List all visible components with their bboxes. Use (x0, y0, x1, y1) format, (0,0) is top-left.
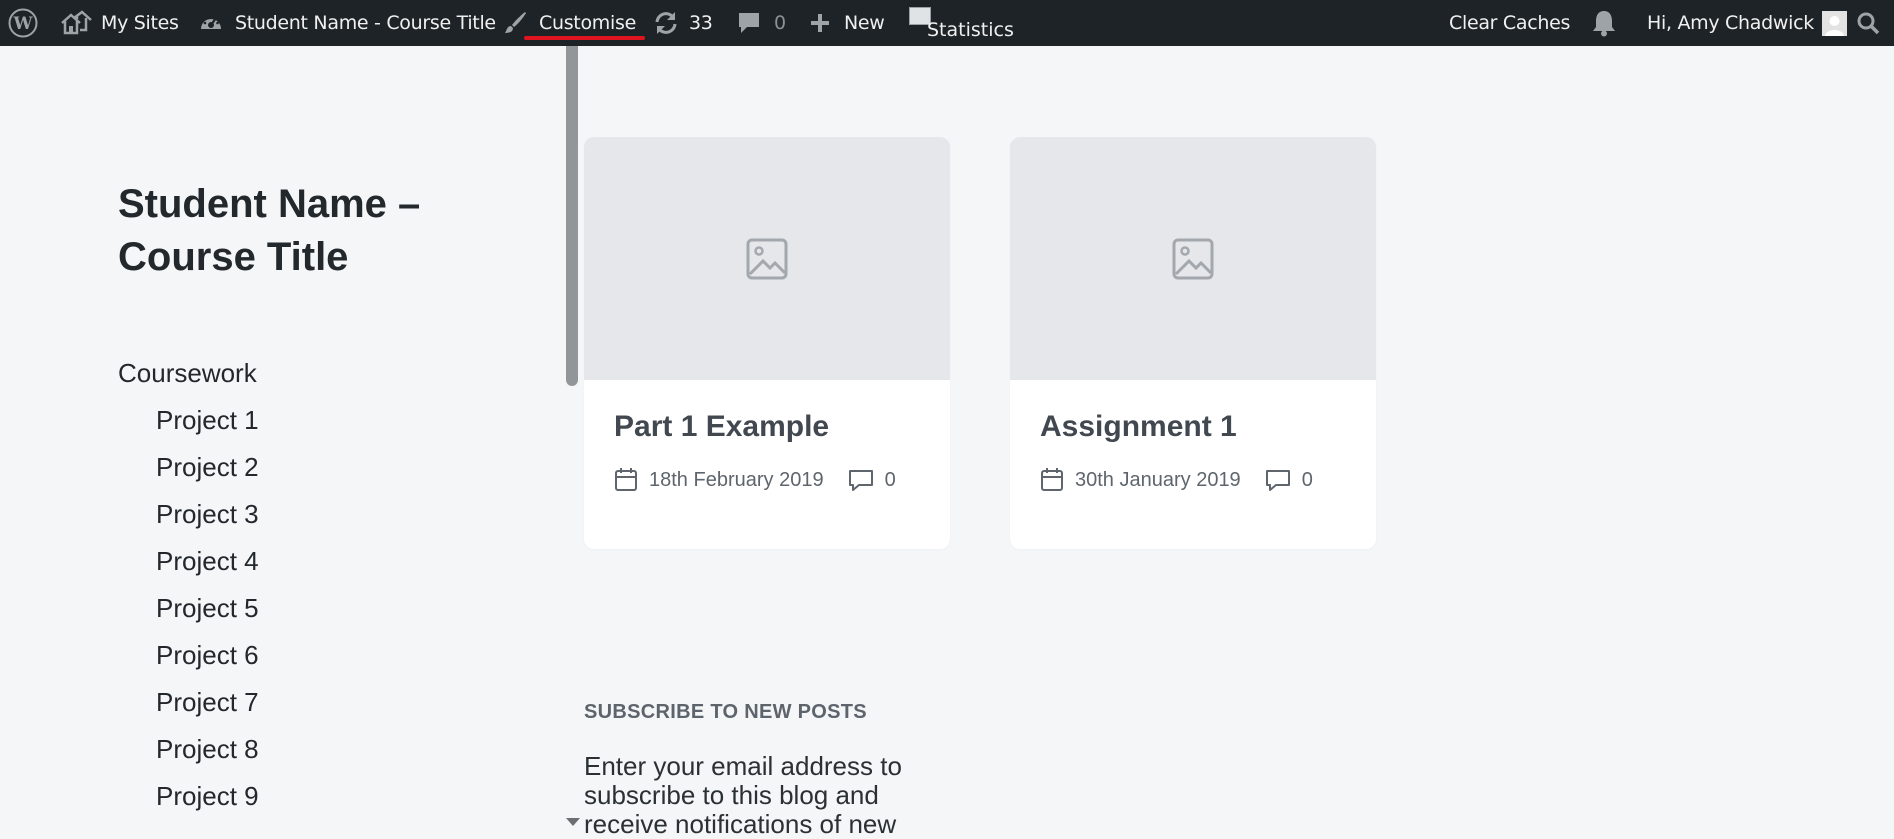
scrollbar-down-arrow[interactable] (566, 818, 580, 826)
site-name-menu[interactable]: Student Name - Course Title (198, 0, 496, 46)
menu-item-project-4[interactable]: Project 4 (118, 546, 259, 593)
dashboard-icon (201, 14, 221, 29)
sidebar-scrollbar-thumb[interactable] (566, 46, 578, 386)
wordpress-logo[interactable]: W (8, 0, 38, 46)
my-sites-icon (61, 10, 92, 35)
site-name-label: Student Name - Course Title (235, 12, 496, 34)
post-thumbnail-placeholder[interactable] (1010, 137, 1376, 380)
menu-item-coursework[interactable]: Coursework (118, 358, 259, 405)
post-title[interactable]: Part 1 Example (614, 410, 829, 444)
calendar-icon (615, 468, 637, 491)
clear-caches-link[interactable]: Clear Caches (1449, 0, 1570, 46)
post-date[interactable]: 30th January 2019 (1075, 469, 1241, 492)
default-avatar-icon (1821, 10, 1847, 36)
menu-item-project-9[interactable]: Project 9 (118, 781, 259, 828)
svg-text:W: W (12, 14, 33, 34)
menu-item-project-2[interactable]: Project 2 (118, 452, 259, 499)
comments-link[interactable]: 0 (736, 0, 786, 46)
avatar (1821, 10, 1847, 36)
image-placeholder-icon (1172, 238, 1214, 279)
plus-icon (811, 14, 829, 32)
search-button[interactable] (1856, 0, 1880, 46)
comments-count: 0 (774, 12, 786, 34)
customise-label: Customise (539, 12, 636, 34)
image-placeholder-icon (746, 238, 788, 279)
post-card[interactable]: Part 1 Example 18th February 2019 0 (584, 137, 950, 549)
post-comment-count[interactable]: 0 (885, 469, 896, 492)
comment-bubble-icon (1265, 470, 1290, 491)
wordpress-icon: W (8, 8, 38, 38)
brush-icon (505, 12, 526, 33)
subscribe-description: Enter your email address to subscribe to… (584, 751, 902, 839)
post-card[interactable]: Assignment 1 30th January 2019 0 (1010, 137, 1376, 549)
updates-link[interactable]: 33 (652, 0, 713, 46)
subscribe-heading: SUBSCRIBE TO NEW POSTS (584, 701, 867, 723)
statistics-image[interactable]: Statistics (909, 5, 1014, 41)
bell-icon (1593, 11, 1615, 37)
post-thumbnail-placeholder[interactable] (584, 137, 950, 380)
admin-bar: W My Sites Student Name - Course Title C… (0, 0, 1894, 46)
menu-item-project-6[interactable]: Project 6 (118, 640, 259, 687)
new-label: New (844, 12, 885, 34)
post-date[interactable]: 18th February 2019 (649, 469, 824, 492)
customise-highlight-underline (524, 36, 645, 40)
my-sites-menu[interactable]: My Sites (60, 0, 179, 46)
menu-item-project-3[interactable]: Project 3 (118, 499, 259, 546)
post-title[interactable]: Assignment 1 (1040, 410, 1237, 444)
comment-icon (739, 13, 759, 33)
search-icon (1857, 12, 1880, 35)
sidebar: Student Name – Course Title Coursework P… (0, 46, 570, 832)
sidebar-menu: Coursework Project 1 Project 2 Project 3… (118, 358, 259, 828)
menu-item-project-1[interactable]: Project 1 (118, 405, 259, 452)
calendar-icon (1041, 468, 1063, 491)
post-comment-count[interactable]: 0 (1302, 469, 1313, 492)
post-meta: 18th February 2019 0 (614, 467, 896, 493)
comment-bubble-icon (848, 470, 873, 491)
post-meta: 30th January 2019 0 (1040, 467, 1313, 493)
clear-caches-label: Clear Caches (1449, 12, 1571, 34)
greeting-label: Hi, Amy Chadwick (1647, 12, 1814, 34)
new-content-menu[interactable]: New (808, 0, 885, 46)
my-sites-label: My Sites (101, 12, 179, 34)
notifications-button[interactable] (1591, 0, 1617, 46)
statistics-alt-text: Statistics (927, 19, 1014, 41)
menu-item-project-5[interactable]: Project 5 (118, 593, 259, 640)
menu-item-project-8[interactable]: Project 8 (118, 734, 259, 781)
my-account-menu[interactable]: Hi, Amy Chadwick (1647, 0, 1847, 46)
updates-count: 33 (689, 12, 713, 34)
site-title[interactable]: Student Name – Course Title (118, 178, 478, 284)
refresh-icon (655, 12, 677, 34)
menu-item-project-7[interactable]: Project 7 (118, 687, 259, 734)
